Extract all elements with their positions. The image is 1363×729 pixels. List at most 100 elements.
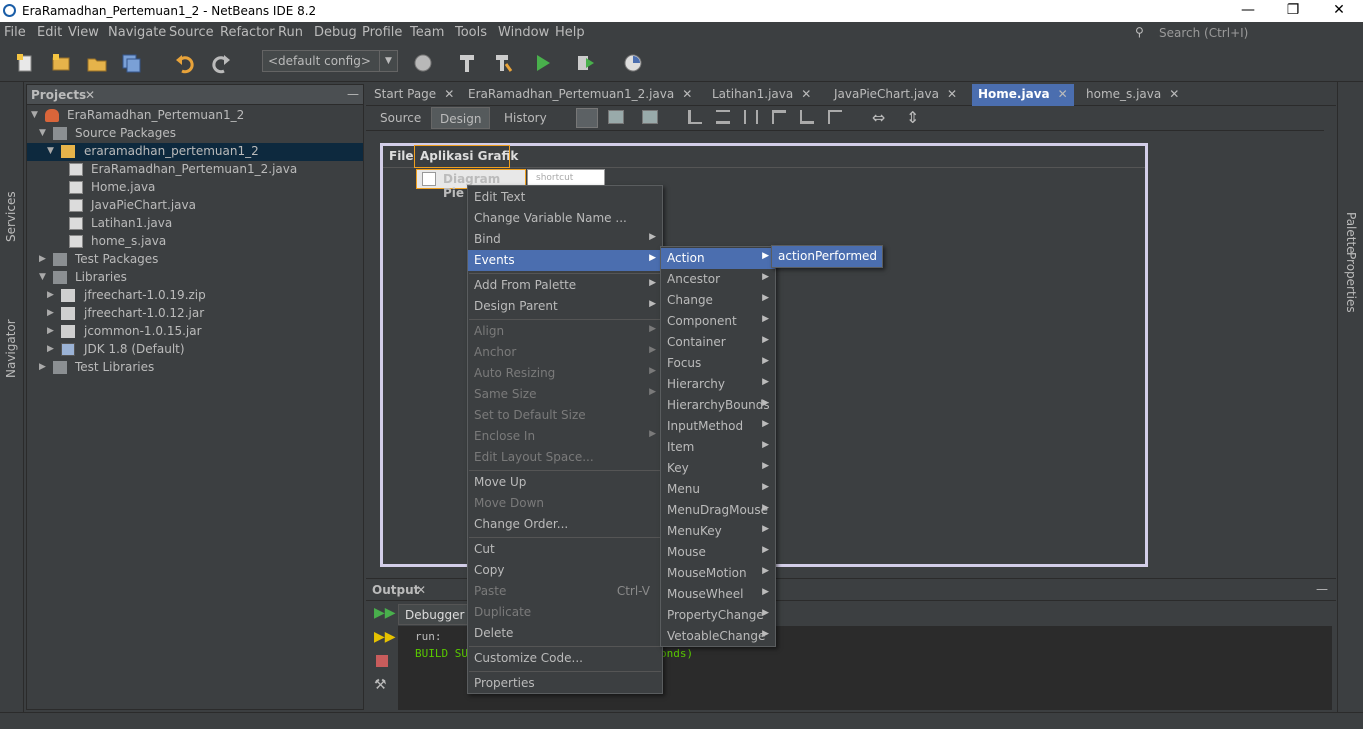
- tab-home-s[interactable]: home_s.java ✕: [1080, 84, 1185, 106]
- expand-icon[interactable]: ▶: [47, 326, 54, 336]
- menu-item-bind[interactable]: Bind ▶: [468, 229, 662, 250]
- tab-eraramadhan[interactable]: EraRamadhan_Pertemuan1_2.java ✕: [462, 84, 698, 106]
- debugger-console-tab[interactable]: Debugger Console: [398, 604, 474, 625]
- services-tab[interactable]: Services: [4, 191, 18, 242]
- open-project-icon[interactable]: [86, 52, 108, 74]
- menu-item-add-from-palette[interactable]: Add From Palette ▶: [468, 275, 662, 296]
- undo-icon[interactable]: [174, 52, 196, 74]
- projects-title[interactable]: Projects: [31, 88, 86, 102]
- expand-icon[interactable]: ▼: [39, 272, 46, 282]
- menu-item-auto-resizing[interactable]: Auto Resizing ▶: [468, 363, 662, 384]
- event-item-vetoablechange[interactable]: VetoableChange ▶: [661, 626, 775, 647]
- menu-debug[interactable]: Debug: [314, 25, 357, 40]
- new-file-icon[interactable]: [14, 52, 36, 74]
- menu-item-move-up[interactable]: Move Up: [468, 472, 662, 493]
- align-top-icon[interactable]: [772, 110, 786, 124]
- menu-team[interactable]: Team: [410, 25, 444, 40]
- tab-home[interactable]: Home.java ✕: [972, 84, 1074, 106]
- output-title[interactable]: Output: [372, 583, 419, 597]
- rerun-icon[interactable]: ▶▶: [374, 605, 396, 621]
- output-minimize-icon[interactable]: —: [1316, 582, 1328, 596]
- event-item-menudragmouse[interactable]: MenuDragMouse ▶: [661, 500, 775, 521]
- expand-icon[interactable]: ▶: [39, 254, 46, 264]
- settings-wrench-icon[interactable]: ⚒: [374, 677, 387, 693]
- tree-node-java-file[interactable]: EraRamadhan_Pertemuan1_2.java: [27, 161, 363, 179]
- menu-item-customize-code[interactable]: Customize Code...: [468, 648, 662, 669]
- search-input[interactable]: Search (Ctrl+I): [1159, 26, 1248, 40]
- align-right-icon[interactable]: [716, 110, 730, 124]
- align-bottom-icon[interactable]: [800, 110, 814, 124]
- globe-icon[interactable]: [412, 52, 434, 74]
- navigator-tab[interactable]: Navigator: [4, 319, 18, 378]
- form-menu-file[interactable]: File: [389, 149, 414, 163]
- event-item-change[interactable]: Change ▶: [661, 290, 775, 311]
- chevron-down-icon[interactable]: ▼: [379, 51, 397, 71]
- view-tab-source[interactable]: Source: [372, 107, 429, 129]
- event-item-hierarchybounds[interactable]: HierarchyBounds ▶: [661, 395, 775, 416]
- menu-item-align[interactable]: Align ▶: [468, 321, 662, 342]
- align-left-icon[interactable]: [688, 110, 702, 124]
- center-horizontally-icon[interactable]: [744, 110, 758, 124]
- close-window-button[interactable]: ✕: [1316, 0, 1362, 22]
- menu-item-copy[interactable]: Copy: [468, 560, 662, 581]
- tree-node-test-libraries[interactable]: ▶ Test Libraries: [27, 359, 363, 377]
- menu-item-same-size[interactable]: Same Size ▶: [468, 384, 662, 405]
- tree-node-library[interactable]: ▶ jfreechart-1.0.19.zip: [27, 287, 363, 305]
- event-item-menukey[interactable]: MenuKey ▶: [661, 521, 775, 542]
- menu-item-design-parent[interactable]: Design Parent ▶: [468, 296, 662, 317]
- expand-icon[interactable]: ▶: [47, 308, 54, 318]
- menu-item-anchor[interactable]: Anchor ▶: [468, 342, 662, 363]
- tree-node-jdk[interactable]: ▶ JDK 1.8 (Default): [27, 341, 363, 359]
- connection-mode-icon[interactable]: [608, 110, 624, 124]
- menu-file[interactable]: File: [4, 25, 26, 40]
- event-item-action[interactable]: Action ▶: [661, 248, 775, 269]
- maximize-button[interactable]: ❐: [1270, 0, 1316, 22]
- menu-item-move-down[interactable]: Move Down: [468, 493, 662, 514]
- tree-node-java-file[interactable]: Latihan1.java: [27, 215, 363, 233]
- menu-window[interactable]: Window: [498, 25, 549, 40]
- debug-icon[interactable]: [574, 52, 596, 74]
- event-item-container[interactable]: Container ▶: [661, 332, 775, 353]
- clean-build-icon[interactable]: [492, 52, 514, 74]
- menu-item-edit-layout-space[interactable]: Edit Layout Space...: [468, 447, 662, 468]
- tree-node-package[interactable]: ▼ eraramadhan_pertemuan1_2: [27, 143, 363, 161]
- profile-icon[interactable]: [622, 52, 644, 74]
- menu-item-enclose-in[interactable]: Enclose In ▶: [468, 426, 662, 447]
- menu-tools[interactable]: Tools: [455, 25, 487, 40]
- menu-refactor[interactable]: Refactor: [220, 25, 275, 40]
- tree-node-library[interactable]: ▶ jcommon-1.0.15.jar: [27, 323, 363, 341]
- event-item-hierarchy[interactable]: Hierarchy ▶: [661, 374, 775, 395]
- menu-view[interactable]: View: [68, 25, 99, 40]
- tab-close-icon[interactable]: ✕: [682, 87, 692, 101]
- tab-start-page[interactable]: Start Page ✕: [368, 84, 460, 106]
- horizontal-resize-icon[interactable]: ⇔: [872, 108, 885, 127]
- stop-icon[interactable]: [376, 655, 388, 667]
- tree-node-java-file[interactable]: Home.java: [27, 179, 363, 197]
- expand-icon[interactable]: ▶: [39, 362, 46, 372]
- menu-profile[interactable]: Profile: [362, 25, 402, 40]
- vertical-resize-icon[interactable]: ⇕: [906, 108, 919, 127]
- expand-icon[interactable]: ▶: [47, 290, 54, 300]
- event-item-propertychange[interactable]: PropertyChange ▶: [661, 605, 775, 626]
- palette-tab[interactable]: Palette: [1344, 212, 1358, 254]
- menu-run[interactable]: Run: [278, 25, 303, 40]
- projects-close-icon[interactable]: ✕: [85, 88, 95, 102]
- event-item-item[interactable]: Item ▶: [661, 437, 775, 458]
- event-item-ancestor[interactable]: Ancestor ▶: [661, 269, 775, 290]
- event-item-mousewheel[interactable]: MouseWheel ▶: [661, 584, 775, 605]
- run-icon[interactable]: [532, 52, 554, 74]
- menu-edit[interactable]: Edit: [37, 25, 62, 40]
- menu-item-paste[interactable]: Paste Ctrl-V: [468, 581, 662, 602]
- expand-icon[interactable]: ▼: [39, 128, 46, 138]
- projects-minimize-icon[interactable]: —: [347, 87, 359, 101]
- menu-item-change-order[interactable]: Change Order...: [468, 514, 662, 535]
- selection-mode-icon[interactable]: [576, 108, 598, 128]
- expand-icon[interactable]: ▼: [47, 146, 54, 156]
- minimize-button[interactable]: —: [1225, 0, 1271, 22]
- menu-item-set-default-size[interactable]: Set to Default Size: [468, 405, 662, 426]
- view-tab-history[interactable]: History: [496, 107, 555, 129]
- config-select[interactable]: <default config> ▼: [262, 50, 398, 72]
- search-icon[interactable]: ⚲: [1135, 25, 1144, 39]
- event-item-menu[interactable]: Menu ▶: [661, 479, 775, 500]
- expand-icon[interactable]: ▶: [47, 344, 54, 354]
